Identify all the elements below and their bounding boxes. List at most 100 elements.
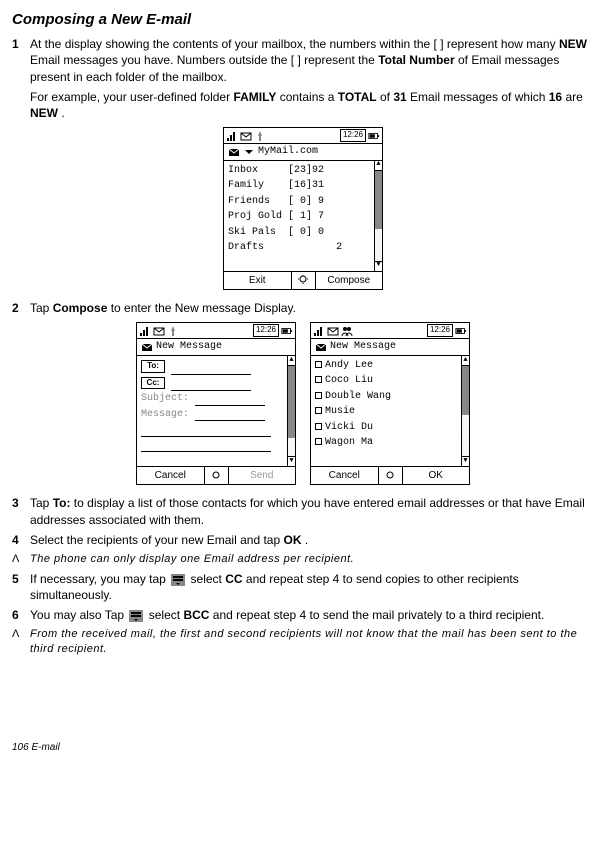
step-body: Tap To: to display a list of those conta…: [30, 495, 594, 527]
contact-row[interactable]: Double Wang: [315, 389, 465, 405]
note-marker: Λ: [12, 627, 30, 657]
step-body: If necessary, you may tap select CC and …: [30, 571, 594, 603]
step-3: 3 Tap To: to display a list of those con…: [12, 495, 594, 527]
text: contains a: [280, 90, 338, 104]
step-number: 3: [12, 495, 30, 527]
softkey-cancel[interactable]: Cancel: [311, 467, 379, 485]
softkey-send[interactable]: Send: [229, 467, 296, 485]
checkbox-icon[interactable]: [315, 361, 322, 368]
page-title: Composing a New E-mail: [12, 10, 594, 30]
scroll-down-icon[interactable]: ▼: [288, 456, 295, 466]
text-bold: FAMILY: [233, 90, 276, 104]
screen-title: New Message: [156, 340, 222, 354]
softkey-compose[interactable]: Compose: [316, 272, 383, 290]
text-bold: TOTAL: [338, 90, 377, 104]
subject-field[interactable]: [195, 395, 265, 406]
text: Email messages you have. Numbers outside…: [30, 53, 378, 67]
step-4: 4 Select the recipients of your new Emai…: [12, 532, 594, 548]
scroll-down-icon[interactable]: ▼: [462, 456, 469, 466]
to-button[interactable]: To:: [141, 360, 165, 373]
antenna-icon: [254, 130, 266, 142]
softkey-exit[interactable]: Exit: [224, 272, 292, 290]
folder-row[interactable]: Drafts 2: [228, 240, 378, 256]
contact-row[interactable]: Vicki Du: [315, 420, 465, 436]
softkey-cancel[interactable]: Cancel: [137, 467, 205, 485]
text: You may also Tap: [30, 608, 127, 622]
text-bold: NEW: [30, 106, 58, 120]
contact-row[interactable]: Andy Lee: [315, 358, 465, 374]
softkey-menu-icon[interactable]: [379, 467, 403, 485]
checkbox-icon[interactable]: [315, 392, 322, 399]
contact-row[interactable]: Wagon Ma: [315, 435, 465, 451]
scroll-up-icon[interactable]: ▲: [375, 161, 382, 171]
title-bar: New Message: [311, 339, 469, 356]
softkey-menu-icon[interactable]: [205, 467, 229, 485]
step-number: 5: [12, 571, 30, 603]
scrollbar[interactable]: ▲ ▼: [461, 356, 469, 466]
cc-button[interactable]: Cc:: [141, 377, 165, 390]
cc-field[interactable]: [171, 380, 251, 391]
scroll-down-icon[interactable]: ▼: [375, 261, 382, 271]
folder-row[interactable]: Ski Pals [ 0] 0: [228, 225, 378, 241]
text-bold: NEW: [559, 37, 587, 51]
folder-row[interactable]: Family [16]31: [228, 178, 378, 194]
message-field-line[interactable]: [141, 441, 271, 452]
step-number: 6: [12, 607, 30, 623]
scroll-up-icon[interactable]: ▲: [288, 356, 295, 366]
text-bold: Compose: [53, 301, 108, 315]
text: For example, your user-defined folder: [30, 90, 233, 104]
checkbox-icon[interactable]: [315, 438, 322, 445]
folder-row[interactable]: Inbox [23]92: [228, 163, 378, 179]
scrollbar[interactable]: ▲ ▼: [374, 161, 382, 271]
contacts-list: Andy Lee Coco Liu Double Wang Musie Vick…: [311, 356, 469, 466]
title-bar: MyMail.com: [224, 144, 382, 161]
step-5: 5 If necessary, you may tap select CC an…: [12, 571, 594, 603]
chevron-down-icon[interactable]: [243, 146, 255, 158]
title-bar: New Message: [137, 339, 295, 356]
screen-title: New Message: [330, 340, 396, 354]
account-title: MyMail.com: [258, 145, 318, 159]
checkbox-icon[interactable]: [315, 407, 322, 414]
text: At the display showing the contents of y…: [30, 37, 559, 51]
clock-time: 12:26: [427, 324, 453, 337]
status-bar: 12:26: [137, 323, 295, 339]
note-a1: Λ The phone can only display one Email a…: [12, 552, 594, 567]
phone-new-message: 12:26 New Message To: Cc: Subject: Messa…: [136, 322, 296, 485]
compose-form: To: Cc: Subject: Message: ▲ ▼: [137, 356, 295, 466]
checkbox-icon[interactable]: [315, 423, 322, 430]
contact-row[interactable]: Coco Liu: [315, 373, 465, 389]
note-text: The phone can only display one Email add…: [30, 552, 594, 567]
softkey-ok[interactable]: OK: [403, 467, 470, 485]
folder-row[interactable]: Proj Gold [ 1] 7: [228, 209, 378, 225]
status-bar: 12:26: [311, 323, 469, 339]
text-bold: OK: [283, 533, 301, 547]
contact-row[interactable]: Musie: [315, 404, 465, 420]
text: Select the recipients of your new Email …: [30, 533, 283, 547]
text-bold: BCC: [183, 608, 209, 622]
clock-time: 12:26: [253, 324, 279, 337]
text: select: [149, 608, 184, 622]
text: select: [191, 572, 226, 586]
phone-mailbox: 12:26 MyMail.com Inbox [23]92 Family [16…: [223, 127, 383, 290]
mail-icon: [315, 341, 327, 353]
text-bold: 16: [549, 90, 562, 104]
signal-icon: [226, 130, 238, 142]
antenna-icon: [167, 325, 179, 337]
message-field-line[interactable]: [141, 426, 271, 437]
step-1: 1 At the display showing the contents of…: [12, 36, 594, 121]
scroll-up-icon[interactable]: ▲: [462, 356, 469, 366]
folder-list: Inbox [23]92 Family [16]31 Friends [ 0] …: [224, 161, 382, 271]
scrollbar[interactable]: ▲ ▼: [287, 356, 295, 466]
to-field[interactable]: [171, 364, 251, 375]
mail-icon: [141, 341, 153, 353]
step-body: At the display showing the contents of y…: [30, 36, 594, 121]
checkbox-icon[interactable]: [315, 376, 322, 383]
message-field[interactable]: [195, 410, 265, 421]
dropdown-icon: [171, 574, 185, 586]
text-bold: Total Number: [378, 53, 454, 67]
text: are: [565, 90, 582, 104]
softkey-menu-icon[interactable]: [292, 272, 316, 290]
folder-row[interactable]: Friends [ 0] 9: [228, 194, 378, 210]
text: .: [61, 106, 64, 120]
dropdown-icon: [129, 610, 143, 622]
